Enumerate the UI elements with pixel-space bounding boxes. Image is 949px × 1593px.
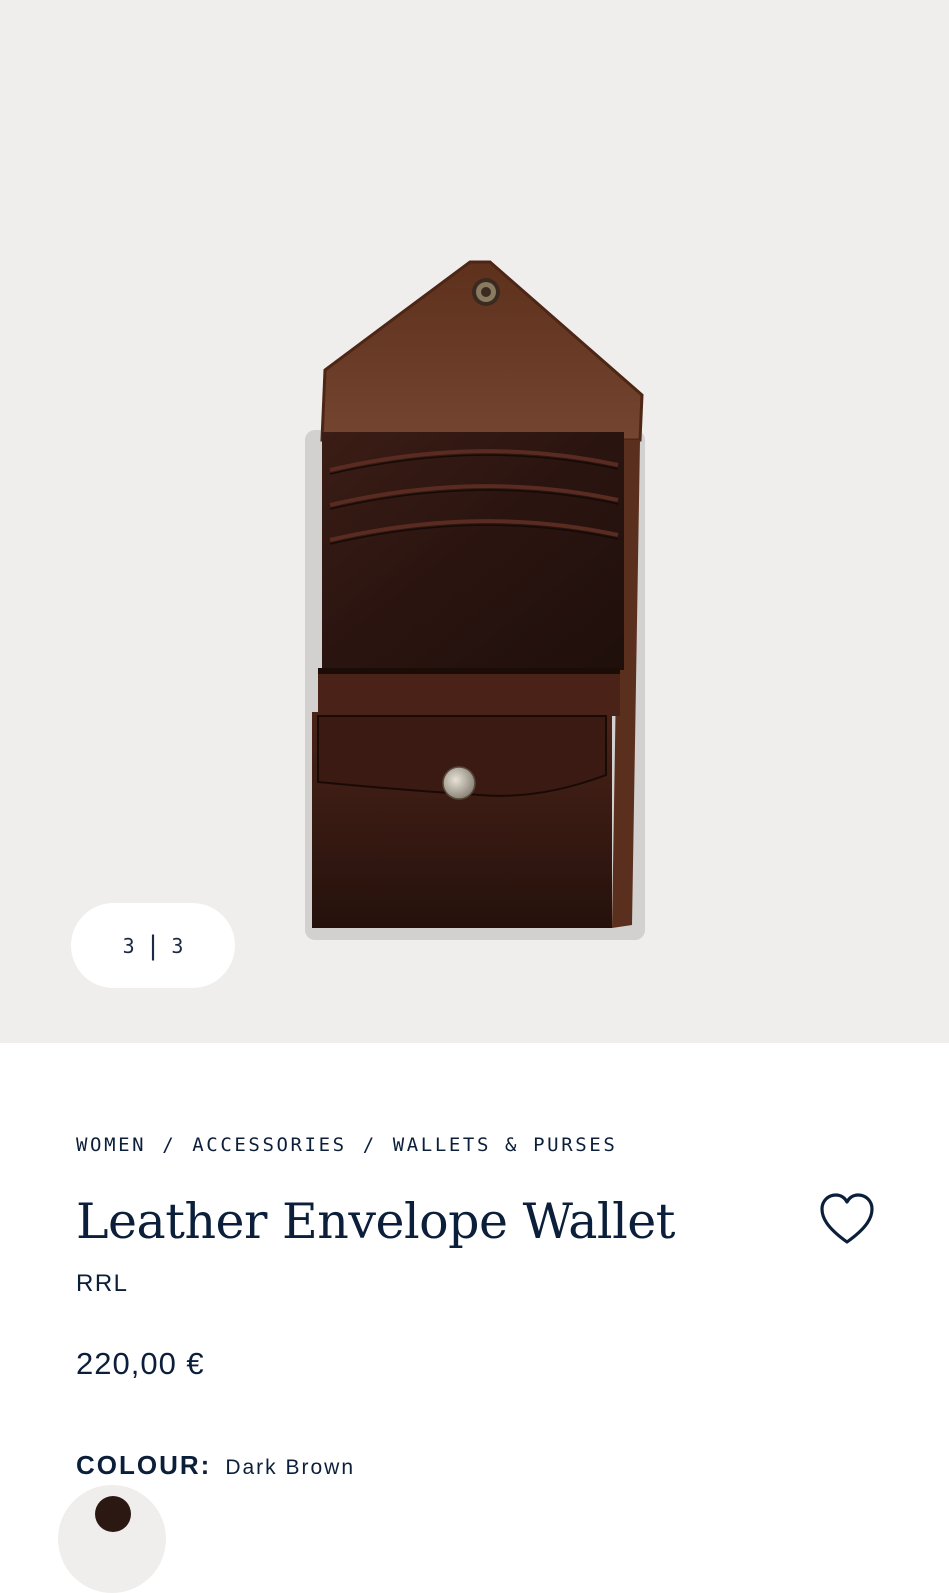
breadcrumb-separator: / bbox=[362, 1134, 377, 1156]
breadcrumb-accessories[interactable]: ACCESSORIES bbox=[192, 1134, 346, 1156]
colour-value: Dark Brown bbox=[225, 1456, 356, 1479]
image-counter-total: 3 bbox=[171, 933, 184, 958]
colour-selector: COLOUR: Dark Brown bbox=[76, 1450, 355, 1481]
breadcrumb-separator: / bbox=[162, 1134, 177, 1156]
product-title: Leather Envelope Wallet bbox=[76, 1193, 675, 1250]
colour-swatch-fill bbox=[95, 1496, 131, 1532]
breadcrumb-women[interactable]: WOMEN bbox=[76, 1134, 146, 1156]
heart-icon bbox=[820, 1193, 874, 1244]
colour-label: COLOUR: bbox=[76, 1450, 212, 1480]
product-price: 220,00 € bbox=[76, 1346, 205, 1381]
product-image-gallery[interactable]: 3 | 3 bbox=[0, 0, 949, 1043]
image-counter: 3 | 3 bbox=[71, 903, 235, 988]
image-counter-current: 3 bbox=[122, 933, 135, 958]
favorite-button[interactable] bbox=[816, 1190, 878, 1250]
product-brand: RRL bbox=[76, 1270, 129, 1297]
breadcrumb: WOMEN / ACCESSORIES / WALLETS & PURSES bbox=[76, 1134, 617, 1156]
wallet-image bbox=[305, 260, 645, 940]
breadcrumb-wallets-purses[interactable]: WALLETS & PURSES bbox=[393, 1134, 618, 1156]
image-counter-separator: | bbox=[148, 930, 158, 961]
